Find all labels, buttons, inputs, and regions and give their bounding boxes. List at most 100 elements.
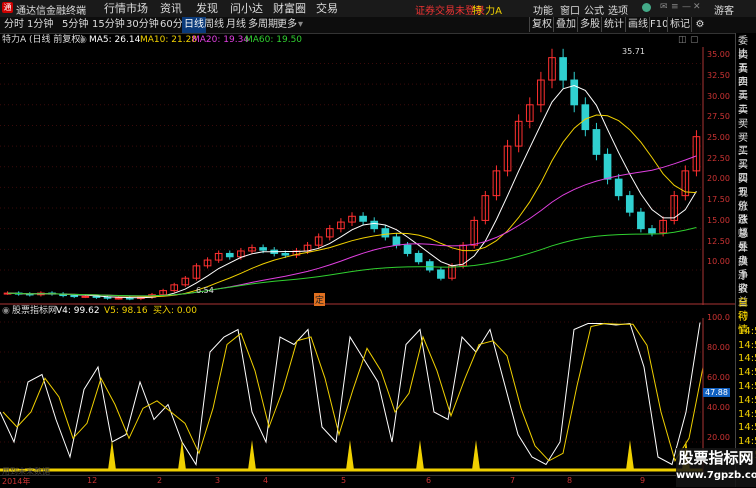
osc-tick: 20.00 [707,433,730,442]
v5-label: V5: 98.16 [104,306,148,316]
price-tick: 32.50 [707,71,730,80]
date-tick: 6 [426,476,432,485]
date-tick: 8 [567,476,573,485]
buy-label: 买入: 0.00 [153,306,197,316]
price-chart[interactable] [0,47,735,305]
osc-tick: 100.0 [707,313,730,322]
candle-body [225,252,234,258]
envelope-icon[interactable]: ✉ [660,2,668,12]
quote-panel-label: 14:56 [738,436,756,448]
user-avatar-icon [642,3,651,12]
chevron-down-icon[interactable]: ▾ [298,17,303,33]
oscillator-info-bar: ◉ 股票指标网 V4: 99.62 V5: 98.16 买入: 0.00 [0,305,700,318]
date-tick: 5 [341,476,347,485]
oscillator-title: 股票指标网 [12,306,58,316]
candle-body [281,252,290,256]
tab-1min[interactable]: 1分钟 [27,17,53,33]
app-title: 通达信金融终端 [16,6,86,17]
buy-signal-spike [346,440,354,470]
price-tick: 30.00 [707,92,730,101]
oscillator-value-badge: 47.88 [703,388,730,397]
app-logo: 通 [2,2,13,13]
buy-signal-spike [178,440,186,470]
menu-ask[interactable]: 问小达 [230,1,263,16]
menu-news[interactable]: 资讯 [160,1,182,16]
candle-body [370,220,379,230]
tab-5min[interactable]: 5分钟 [62,17,88,33]
button-mark[interactable]: 标记 [667,17,692,32]
candle-body [592,129,601,155]
menu-trade[interactable]: 交易 [316,1,338,16]
price-tick: 12.50 [707,237,730,246]
ma60-line [7,227,697,297]
quote-panel-label: 14:56 [738,367,756,379]
quote-panel-label: 14:56 [738,339,756,351]
tab-30min[interactable]: 30分钟 [126,17,159,33]
button-overlay[interactable]: 叠加 [553,17,578,32]
osc-tick: 80.00 [707,343,730,352]
tab-intraday[interactable]: 分时 [4,17,24,33]
tab-daily[interactable]: 日线 [182,17,206,33]
menu-window[interactable]: 窗口 [560,2,580,17]
price-tick: 17.50 [707,195,730,204]
price-tick: 20.00 [707,174,730,183]
site-watermark: 股票指标网 www.7gpzb.com [676,448,756,487]
buy-signal-spike [416,440,424,470]
tab-more[interactable]: 更多 [277,17,297,33]
candle-body [359,215,367,222]
window-expand-icon[interactable]: ▢ [690,33,699,47]
date-tick: 2014年 [2,477,31,486]
title-bar: 通 通达信金融终端 行情 市场 资讯 发现 问小达 财富圈 交易 证券交易未登录… [0,0,756,18]
menu-markets[interactable]: 市场 [126,1,148,16]
ma5-line [7,84,697,299]
tab-monthly[interactable]: 月线 [226,17,246,33]
user-label[interactable]: 游客 [714,2,734,17]
menu-icon[interactable]: ≡ [671,2,679,12]
quote-panel-label: 14:56 [738,325,756,337]
ma10-label: MA10: 21.28 [140,35,198,45]
date-tick: 2 [157,476,163,485]
menu-formula[interactable]: 公式 [584,2,604,17]
indicator-toggle-icon[interactable]: ◉ [2,305,10,318]
stock-name-header: 特 力A [472,6,503,17]
oscillator-chart[interactable] [0,318,735,475]
candle-body [103,296,112,299]
price-info-bar: 特力A (日线 前复权) ◉ MA5: 26.14 MA10: 21.28 MA… [0,33,700,47]
candle-body [614,178,623,197]
close-icon[interactable]: ✕ [693,2,701,12]
menu-discover[interactable]: 发现 [196,1,218,16]
indicator-toggle-icon[interactable]: ◉ [79,33,87,47]
button-draw[interactable]: 画线 [625,17,650,32]
low-price-label: 6.54 [196,286,214,295]
tab-weekly[interactable]: 周线 [204,17,224,33]
candle-body [625,195,634,213]
quote-panel-label: 14:56 [738,381,756,392]
button-f10[interactable]: F10 [649,17,668,32]
button-adjust[interactable]: 复权 [529,17,554,32]
tab-multi-period[interactable]: 多周期 [248,17,278,33]
oscillator-lines [0,322,704,472]
menu-market[interactable]: 行情 [104,1,126,16]
candle-body [381,228,390,238]
buy-signal-spike [108,440,116,470]
candle-body [425,261,434,271]
candle-body [559,57,567,81]
v5-line [2,322,704,463]
menu-options[interactable]: 选项 [608,2,628,17]
ma20-label: MA20: 19.34 [192,35,250,45]
menu-function[interactable]: 功能 [533,2,553,17]
buy-signal-spike [626,440,634,470]
settings-icon[interactable]: ⚙ [691,17,708,32]
date-tick: 7 [510,476,516,485]
button-stats[interactable]: 统计 [601,17,626,32]
ma5-label: MA5: 26.14 [89,35,141,45]
price-tick: 27.50 [707,112,730,121]
tab-15min[interactable]: 15分钟 [92,17,125,33]
menu-wealth[interactable]: 财富圈 [273,1,306,16]
candle-body [570,79,579,106]
date-tick: 3 [215,476,221,485]
minimize-icon[interactable]: — [682,2,691,12]
candle-body [637,211,645,230]
window-restore-icon[interactable]: ◫ [678,33,687,47]
button-multi-stock[interactable]: 多股 [577,17,602,32]
